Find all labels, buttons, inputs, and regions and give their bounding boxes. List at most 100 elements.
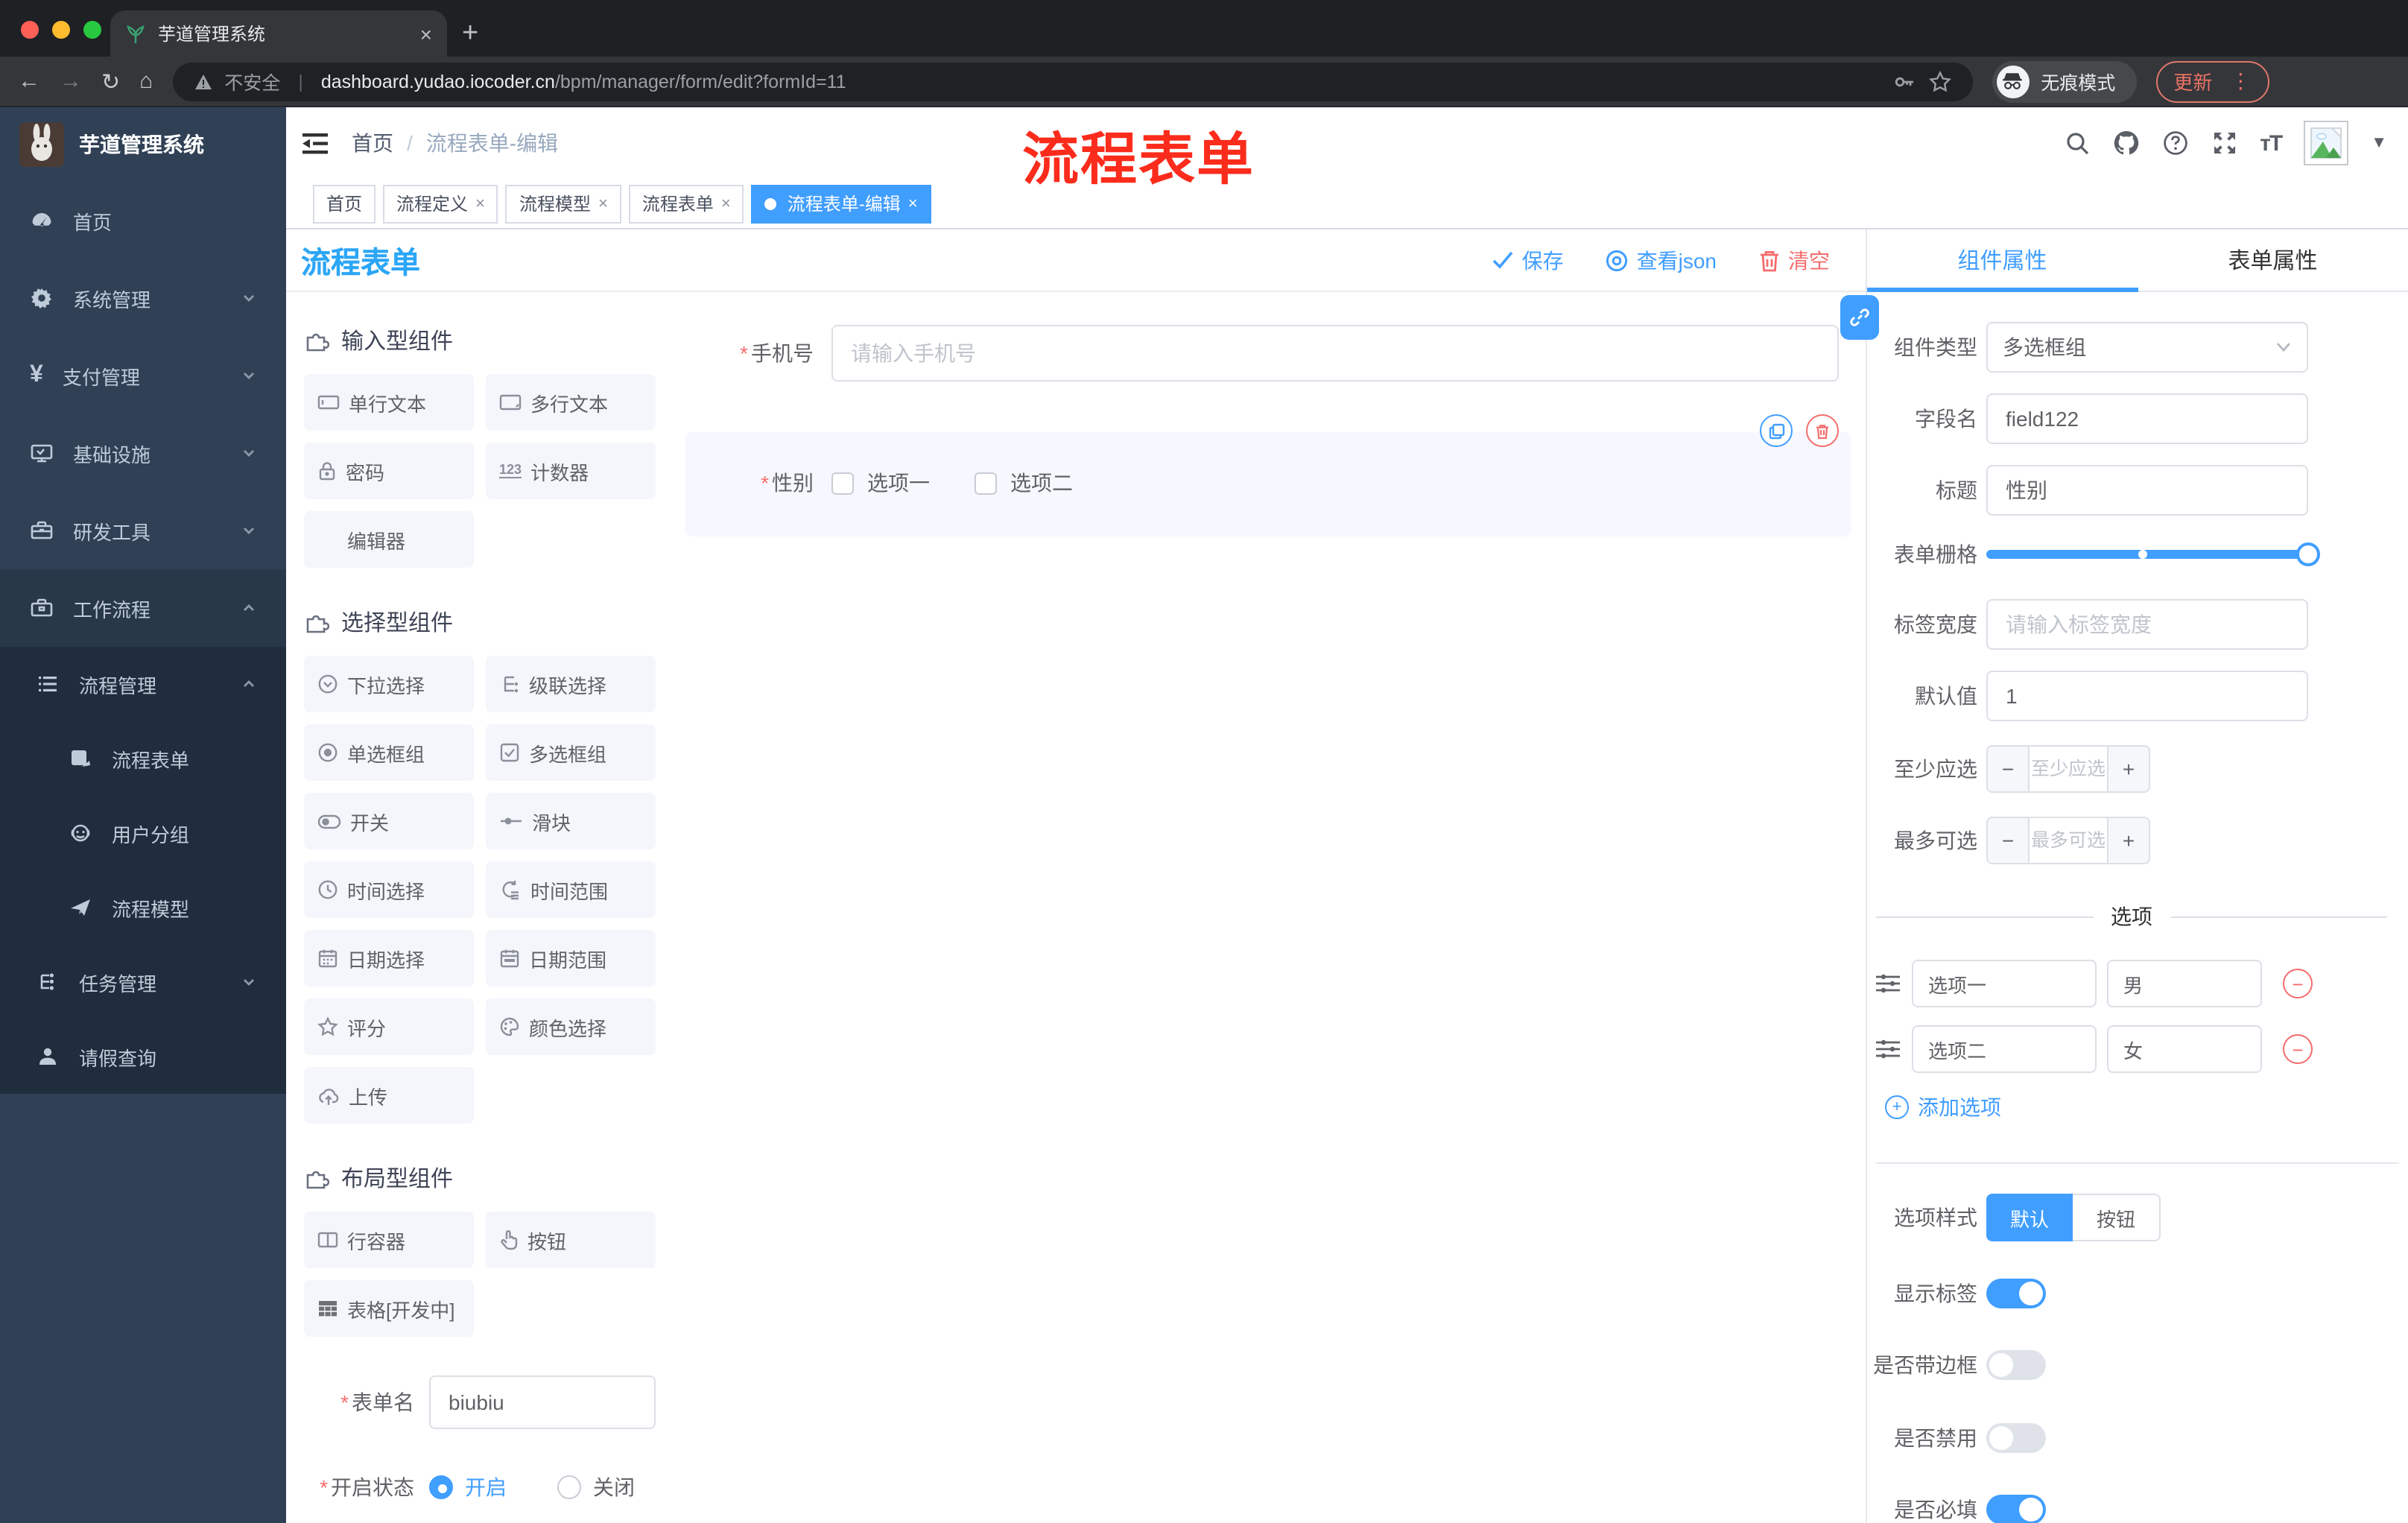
sidebar-item-process-form[interactable]: 流程表单 (0, 721, 286, 796)
reload-icon[interactable]: ↻ (101, 68, 120, 95)
help-icon[interactable] (2161, 130, 2188, 156)
fullscreen-icon[interactable] (2211, 130, 2237, 156)
avatar[interactable] (2304, 121, 2349, 165)
option-value-input[interactable] (2107, 960, 2262, 1007)
home-icon[interactable]: ⌂ (139, 69, 153, 94)
gender-option-1[interactable]: 选项一 (831, 468, 930, 498)
form-name-input[interactable] (429, 1375, 656, 1429)
remove-option-button[interactable]: − (2283, 969, 2313, 998)
status-radio-off[interactable] (557, 1475, 581, 1499)
delete-component-button[interactable] (1806, 414, 1839, 447)
palette-item-upload[interactable]: 上传 (304, 1067, 474, 1124)
tag-process-definition[interactable]: 流程定义 × (383, 184, 498, 223)
default-value-input[interactable] (1986, 671, 2308, 721)
min-select-input[interactable] (2030, 747, 2107, 791)
hamburger-icon[interactable] (301, 130, 329, 156)
option-value-input[interactable] (2107, 1025, 2262, 1073)
show-label-toggle[interactable] (1986, 1279, 2046, 1308)
phone-input[interactable] (831, 325, 1839, 381)
sidebar-item-workflow[interactable]: 工作流程 (0, 569, 286, 647)
key-icon[interactable] (1892, 69, 1916, 93)
disabled-toggle[interactable] (1986, 1423, 2046, 1453)
label-width-input[interactable] (1986, 599, 2308, 650)
palette-item-single-text[interactable]: 单行文本 (304, 374, 474, 431)
required-toggle[interactable] (1986, 1495, 2046, 1523)
sidebar-item-payment[interactable]: ¥ 支付管理 (0, 337, 286, 414)
tag-process-form-edit[interactable]: 流程表单-编辑 × (751, 184, 931, 223)
palette-item-color-picker[interactable]: 颜色选择 (486, 998, 656, 1055)
palette-item-password[interactable]: 密码 (304, 443, 474, 499)
gender-option-2[interactable]: 选项二 (975, 468, 1073, 498)
update-button[interactable]: 更新 ⋮ (2155, 60, 2269, 102)
palette-item-date-range[interactable]: 日期范围 (486, 930, 656, 987)
palette-item-button[interactable]: 按钮 (486, 1212, 656, 1268)
breadcrumb-home[interactable]: 首页 (352, 128, 393, 158)
sidebar-item-user-group[interactable]: 用户分组 (0, 796, 286, 870)
tag-process-model[interactable]: 流程模型 × (505, 184, 621, 223)
sidebar-item-home[interactable]: 首页 (0, 182, 286, 259)
palette-item-date-picker[interactable]: 日期选择 (304, 930, 474, 987)
remove-option-button[interactable]: − (2283, 1034, 2313, 1064)
palette-item-counter[interactable]: 123 计数器 (486, 443, 656, 499)
slider-knob[interactable] (2296, 542, 2320, 566)
forward-icon[interactable]: → (60, 69, 82, 94)
decrease-button[interactable]: − (1988, 818, 2030, 863)
tag-process-form[interactable]: 流程表单 × (628, 184, 744, 223)
palette-item-textarea[interactable]: 多行文本 (486, 374, 656, 431)
tag-close-icon[interactable]: × (908, 194, 918, 212)
copy-component-button[interactable] (1760, 414, 1793, 447)
tag-home[interactable]: 首页 (313, 184, 376, 223)
border-toggle[interactable] (1986, 1350, 2046, 1380)
update-label[interactable]: 更新 (2173, 67, 2212, 95)
bookmark-star-icon[interactable] (1927, 69, 1951, 93)
drag-option-icon[interactable] (1875, 1037, 1901, 1061)
style-button-button[interactable]: 按钮 (2073, 1194, 2161, 1241)
option-label-input[interactable] (1912, 1025, 2097, 1073)
browser-tab[interactable]: 芋道管理系统 × (110, 10, 447, 57)
tab-close-icon[interactable]: × (420, 22, 432, 45)
view-json-button[interactable]: 查看json (1606, 245, 1717, 275)
palette-item-time-range[interactable]: 时间范围 (486, 861, 656, 918)
tag-close-icon[interactable]: × (598, 194, 608, 212)
back-icon[interactable]: ← (18, 69, 40, 94)
checkbox[interactable] (975, 472, 997, 494)
github-icon[interactable] (2112, 130, 2139, 156)
slider-track[interactable] (1986, 550, 2308, 559)
clear-button[interactable]: 清空 (1758, 245, 1830, 275)
sidebar-item-devtools[interactable]: 研发工具 (0, 492, 286, 569)
font-size-icon[interactable]: ᴛT (2260, 130, 2283, 156)
palette-item-select[interactable]: 下拉选择 (304, 656, 474, 712)
palette-item-time-picker[interactable]: 时间选择 (304, 861, 474, 918)
minimize-window-button[interactable] (52, 21, 70, 39)
tag-close-icon[interactable]: × (475, 194, 485, 212)
component-link-handle[interactable] (1840, 295, 1879, 340)
sidebar-item-process-model[interactable]: 流程模型 (0, 870, 286, 945)
palette-item-rate[interactable]: 评分 (304, 998, 474, 1055)
tag-close-icon[interactable]: × (721, 194, 731, 212)
palette-item-switch[interactable]: 开关 (304, 793, 474, 849)
style-default-button[interactable]: 默认 (1986, 1194, 2073, 1241)
sidebar-item-system[interactable]: 系统管理 (0, 259, 286, 337)
option-label-input[interactable] (1912, 960, 2097, 1007)
drag-option-icon[interactable] (1875, 972, 1901, 995)
decrease-button[interactable]: − (1988, 747, 2030, 791)
component-type-select[interactable]: 多选框组 (1986, 322, 2308, 373)
palette-item-row-container[interactable]: 行容器 (304, 1212, 474, 1268)
sidebar-item-infra[interactable]: 基础设施 (0, 414, 286, 492)
max-select-input[interactable] (2030, 818, 2107, 863)
status-radio-on[interactable] (429, 1475, 453, 1499)
palette-item-editor[interactable]: 编辑器 (304, 511, 474, 568)
sidebar-item-leave-query[interactable]: 请假查询 (0, 1019, 286, 1094)
zoom-window-button[interactable] (83, 21, 101, 39)
checkbox[interactable] (831, 472, 854, 494)
grid-slider[interactable] (1986, 542, 2320, 566)
increase-button[interactable]: + (2107, 747, 2149, 791)
close-window-button[interactable] (21, 21, 39, 39)
title-input[interactable] (1986, 465, 2308, 516)
browser-menu-icon[interactable]: ⋮ (2230, 69, 2251, 94)
search-icon[interactable] (2065, 130, 2090, 156)
sidebar-item-process-mgmt[interactable]: 流程管理 (0, 647, 286, 721)
palette-item-radio-group[interactable]: 单选框组 (304, 724, 474, 781)
canvas-field-phone[interactable]: * 手机号 (697, 325, 1839, 381)
palette-item-slider[interactable]: 滑块 (486, 793, 656, 849)
